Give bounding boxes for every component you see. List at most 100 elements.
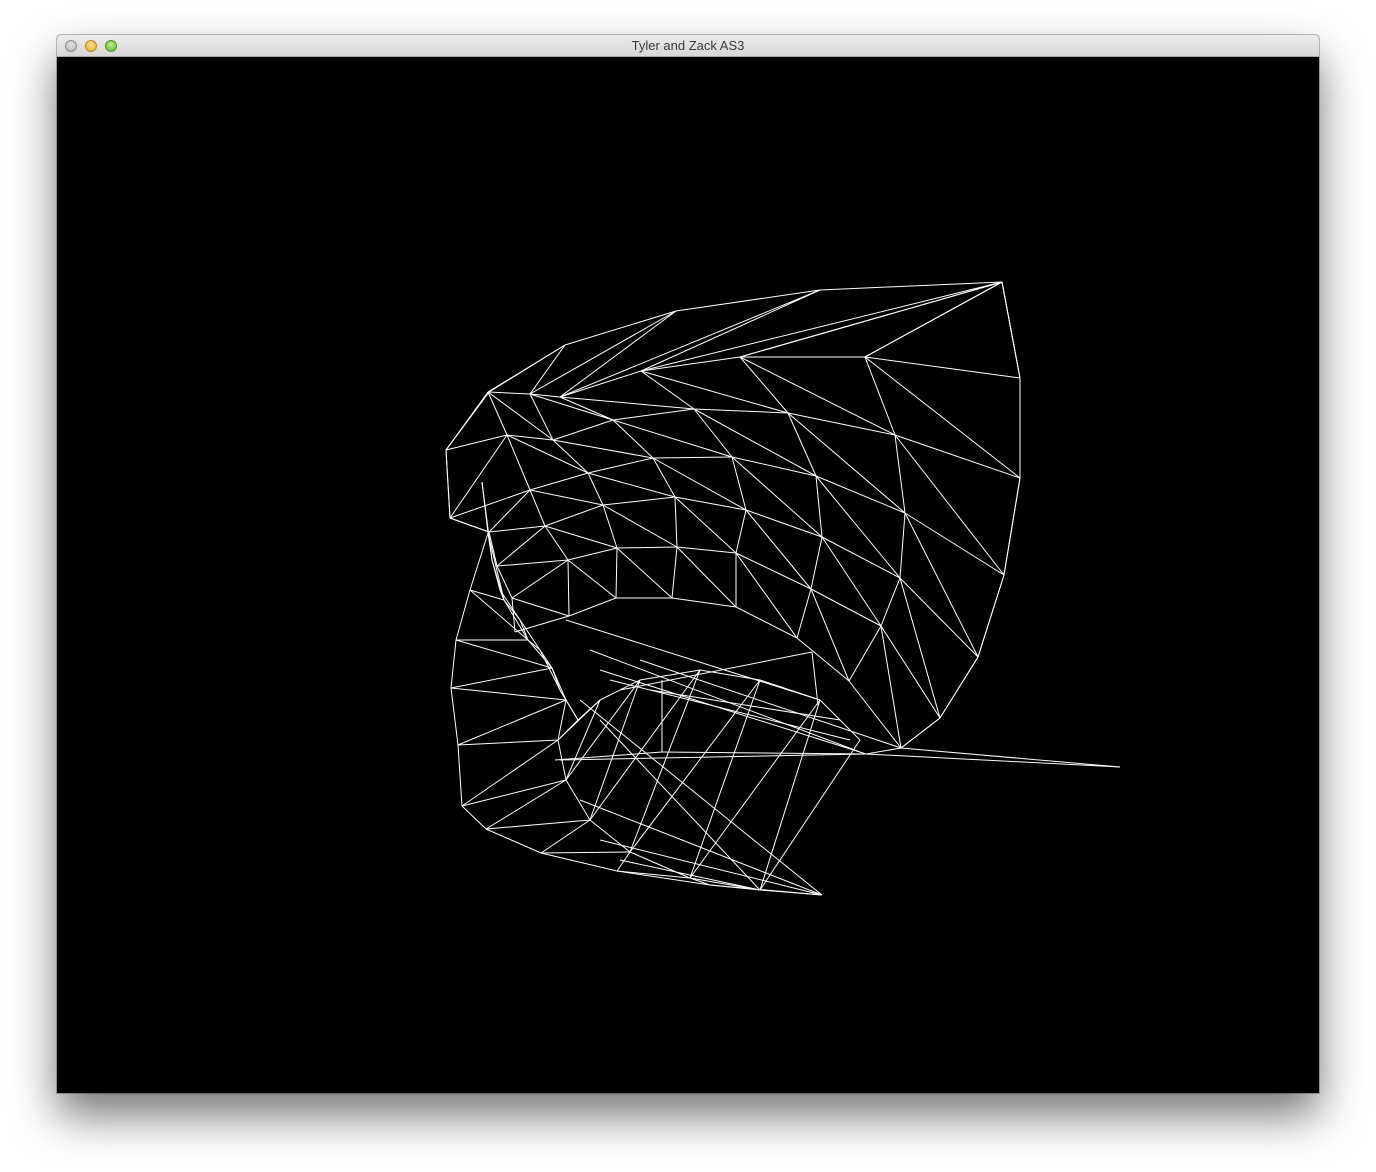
mesh-edge [815,475,906,514]
mesh-edge [551,667,561,691]
mesh-edge [977,574,1005,658]
mesh-edge [815,475,901,579]
mesh-edge [731,456,823,538]
mesh-edge [639,659,902,749]
mesh-edge [461,805,487,830]
mesh-edge [640,289,821,372]
window-title: Tyler and Zack AS3 [631,38,745,53]
mesh-edge [567,547,618,561]
mesh-edge [675,289,821,312]
mesh-edge [496,559,569,567]
mesh-edge [488,489,531,533]
mesh-edge [735,606,798,639]
mesh-edge [796,637,850,682]
mesh-edge [811,651,819,706]
mesh-edge [540,851,631,854]
mesh-edge [445,449,451,519]
mesh-edge [589,669,701,821]
mesh-edge [568,597,617,617]
mesh-edge [511,597,570,617]
mesh-edge [469,532,489,591]
mesh-edge [661,751,867,755]
mesh-edge [880,625,902,749]
mesh-edge [810,536,823,590]
mesh-edge [449,517,490,533]
mesh-edge [821,536,882,627]
mesh-edge [455,589,471,641]
mesh-edge [731,456,817,477]
mesh-edge [821,536,901,579]
mesh-edge [640,281,1003,372]
mesh-edge [487,391,531,395]
mesh-edge [864,281,1003,358]
mesh-edge [544,525,569,561]
mesh-edge [587,472,604,506]
mesh-edge [589,819,631,853]
mesh-edge [848,625,882,682]
mesh-edge [674,496,737,554]
mesh-edge [735,509,747,554]
mesh-edge [810,588,850,682]
mesh-edge [676,546,737,608]
mesh-edge [674,496,678,548]
mesh-edge [599,669,867,755]
mesh-edge [759,699,821,891]
mesh-edge [529,344,566,395]
mesh-edge [540,819,591,854]
mesh-edge [939,656,979,719]
gl-viewport[interactable] [57,57,1319,1093]
title-bar[interactable]: Tyler and Zack AS3 [57,35,1319,57]
mesh-edge [787,412,896,436]
mesh-edge [616,546,678,549]
mesh-edge [450,639,457,689]
mesh-edge [731,456,747,511]
mesh-edge [739,281,1003,358]
mesh-edge [739,356,789,414]
mesh-edge [457,744,463,807]
mesh-edge [527,639,553,669]
mesh-edge [599,719,761,891]
mesh-edge [579,699,823,896]
mesh-edge [567,559,570,617]
mesh-edge [449,434,508,519]
mesh-edge [496,525,546,567]
mesh-edge [506,434,554,441]
mesh-edge [506,434,589,474]
mesh-edge [865,747,902,755]
mesh-edge [559,396,695,410]
mesh-edge [904,512,1005,576]
mesh-edge [529,489,604,506]
mesh-edge [503,599,529,641]
mesh-edge [899,512,906,579]
mesh-edge [1001,281,1021,379]
mesh-edge [880,625,941,719]
mesh-edge [487,532,505,601]
mesh-edge [787,412,906,514]
mesh-edge [615,547,618,599]
mesh-edge [616,870,711,886]
mesh-edge [640,370,695,410]
mesh-edge [450,687,567,701]
mesh-edge [693,408,733,458]
mesh-edge [759,739,861,891]
mesh-edge [559,396,614,421]
mesh-edge [810,588,882,627]
mesh-edge [612,419,733,458]
mesh-edge [559,689,567,701]
mesh-edge [579,799,823,896]
mesh-edge [612,408,695,421]
mesh-edge [506,434,531,491]
mesh-edge [629,669,701,853]
mesh-edge [485,779,567,830]
mesh-edge [487,344,566,393]
mesh-edge [485,828,542,854]
wireframe-mesh [445,281,1121,896]
mesh-edge [564,310,677,346]
mesh-edge [815,475,823,538]
mesh-edge [565,699,579,721]
mesh-edge [552,419,614,441]
mesh-edge [529,489,546,527]
mesh-edge [529,472,589,491]
mesh-edge [671,597,737,608]
mesh-edge [449,489,531,519]
